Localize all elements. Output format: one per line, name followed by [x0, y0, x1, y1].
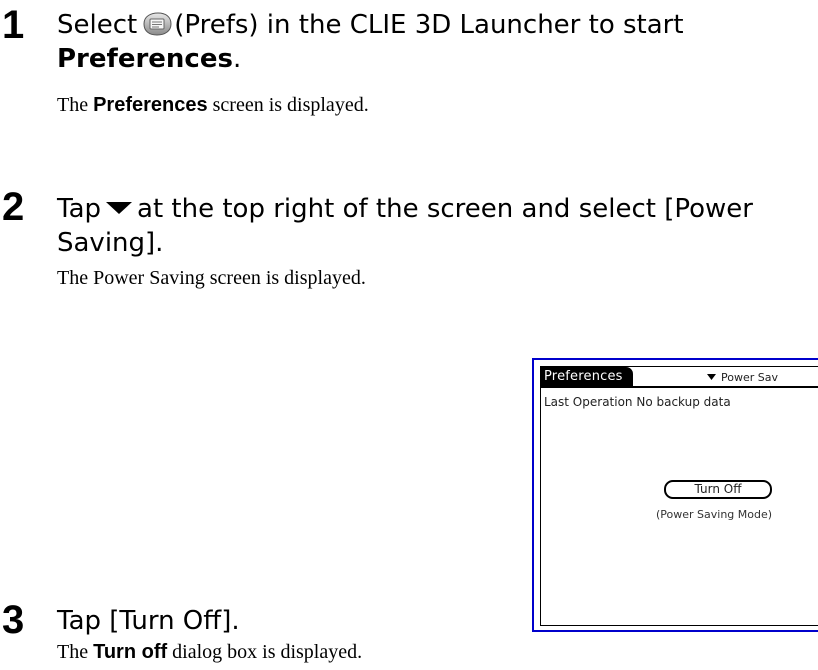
device-screen: Preferences Power Sav Last Operation No …	[540, 366, 818, 626]
step-3-description: The Turn off dialog box is displayed.	[57, 640, 362, 664]
step-1-heading: Select (Prefs) in the CLIE 3D Launcher t…	[57, 8, 817, 76]
step-1-desc-bold: Preferences	[93, 94, 208, 116]
dropdown-label: Power Sav	[721, 371, 778, 384]
step-1-desc-post: screen is displayed.	[212, 94, 369, 116]
step-3-desc-bold: Turn off	[93, 641, 168, 663]
step-1-number: 1	[2, 3, 25, 47]
device-title: Preferences	[541, 367, 633, 387]
turn-off-button[interactable]: Turn Off	[664, 480, 772, 499]
step-2-description: The Power Saving screen is displayed.	[57, 267, 366, 289]
step-2-heading-post: at the top right of the screen and selec…	[57, 194, 753, 258]
dropdown-arrow-icon	[707, 369, 716, 380]
step-1-heading-pre: Select	[57, 10, 138, 40]
step-2-number: 2	[2, 185, 25, 229]
step-1-heading-bold: Preferences	[57, 44, 233, 74]
prefs-icon	[141, 11, 173, 37]
step-3-number: 3	[2, 598, 25, 642]
step-3-heading: Tap [Turn Off].	[57, 606, 240, 636]
step-2-heading-pre: Tap	[57, 194, 102, 224]
step-1-heading-end: .	[232, 44, 242, 74]
category-dropdown[interactable]: Power Sav	[707, 369, 778, 386]
step-3-desc-post: dialog box is displayed.	[172, 641, 363, 663]
step-3-desc-pre: The	[57, 641, 89, 663]
step-1-desc-pre: The	[57, 94, 89, 116]
screenshot-panel: Preferences Power Sav Last Operation No …	[532, 358, 818, 632]
dropdown-triangle-icon	[105, 190, 133, 214]
step-1-description: The Preferences screen is displayed.	[57, 93, 369, 117]
step-1-heading-mid: (Prefs) in the CLIE 3D Launcher to start	[174, 10, 684, 40]
step-2-heading: Tap at the top right of the screen and s…	[57, 190, 817, 260]
last-operation-status: Last Operation No backup data	[544, 395, 731, 409]
power-saving-caption: (Power Saving Mode)	[656, 508, 773, 521]
